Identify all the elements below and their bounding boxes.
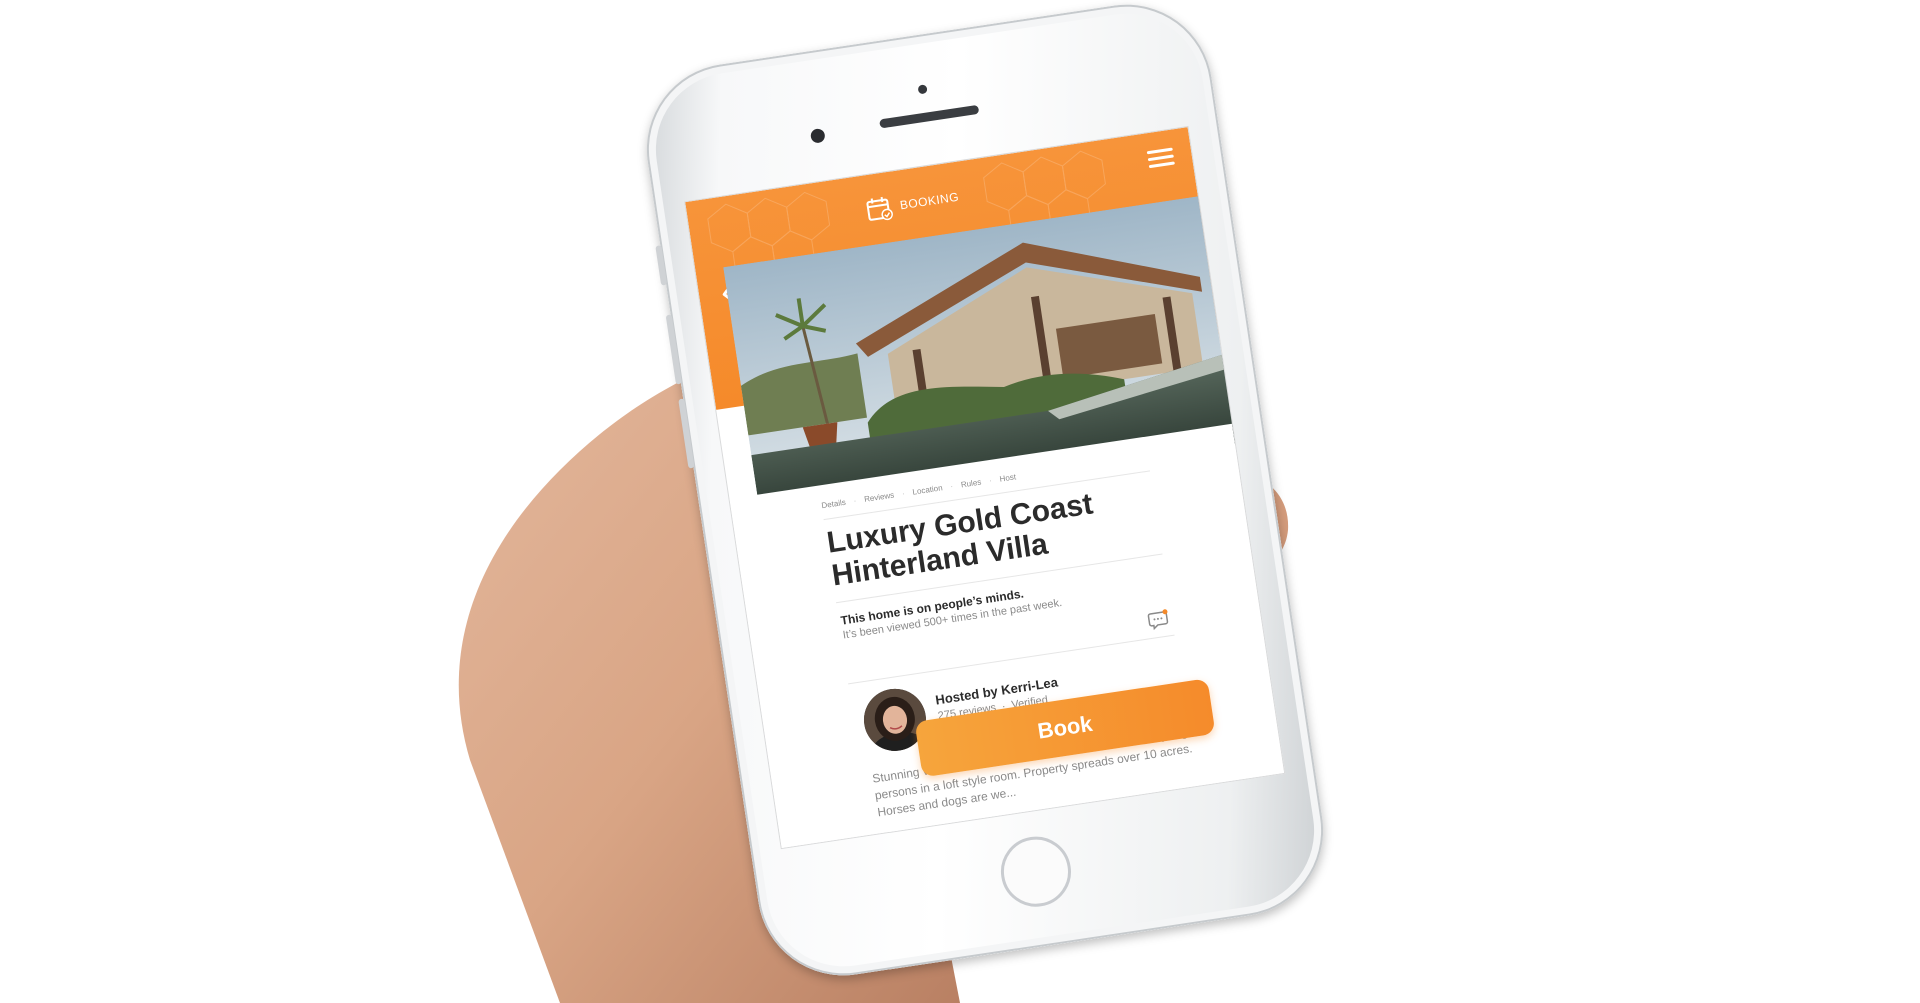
scene: BOOKING Details · Reviews · Location · R… <box>0 0 1920 1003</box>
hamburger-menu-icon[interactable] <box>1146 147 1176 172</box>
tab-location[interactable]: Location <box>912 483 943 496</box>
tab-details[interactable]: Details <box>821 498 847 511</box>
brand-label: BOOKING <box>898 189 960 213</box>
message-icon[interactable] <box>1146 607 1171 632</box>
app-screen: BOOKING Details · Reviews · Location · R… <box>684 125 1286 850</box>
tab-rules[interactable]: Rules <box>960 478 982 490</box>
calendar-check-icon <box>866 196 893 221</box>
listing-details: Details · Reviews · Location · Rules · H… <box>729 423 1286 850</box>
tab-reviews[interactable]: Reviews <box>864 491 895 504</box>
divider <box>848 634 1175 685</box>
tab-host[interactable]: Host <box>999 472 1017 483</box>
